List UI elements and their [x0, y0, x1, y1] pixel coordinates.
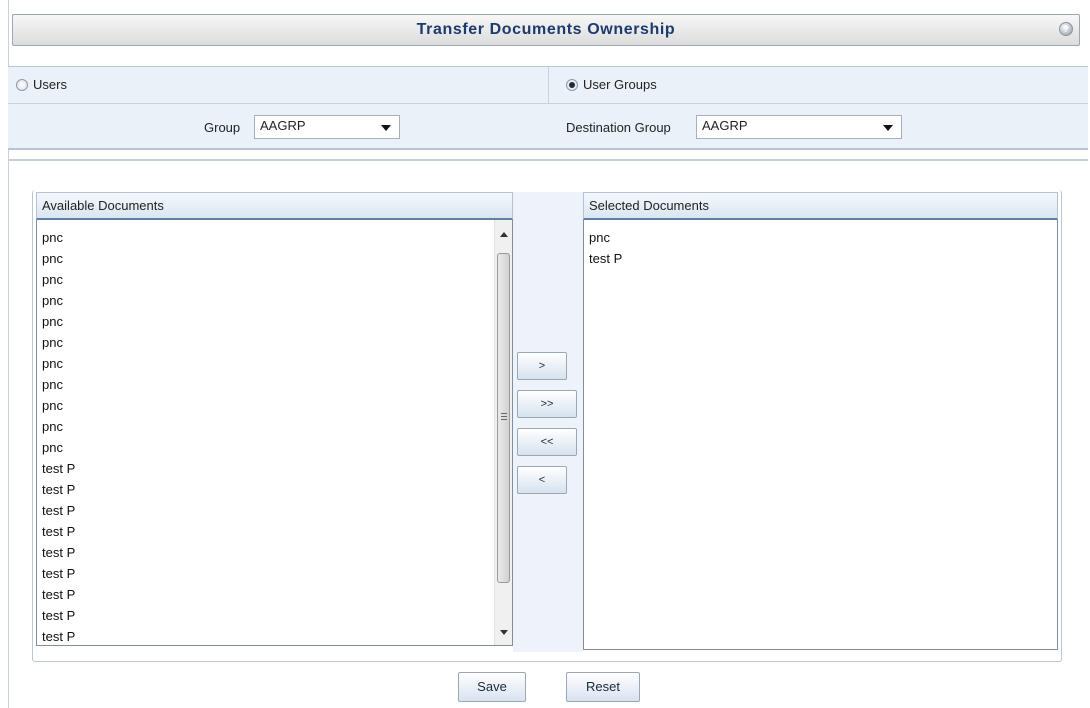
list-item[interactable]: pnc: [42, 248, 512, 269]
move-buttons-column: > >> << <: [513, 192, 583, 652]
owner-type-row: Users User Groups: [8, 66, 1088, 104]
list-item[interactable]: pnc: [42, 395, 512, 416]
scrollbar-thumb[interactable]: [497, 253, 510, 583]
list-item[interactable]: pnc: [42, 416, 512, 437]
user-groups-radio-option[interactable]: User Groups: [566, 77, 657, 92]
list-item[interactable]: test P: [589, 248, 1057, 269]
list-item[interactable]: test P: [42, 458, 512, 479]
list-item[interactable]: test P: [42, 542, 512, 563]
available-documents-list[interactable]: pnc pnc pnc pnc pnc pnc pnc pnc pnc pnc pnc test Pt…: [36, 220, 513, 646]
help-icon[interactable]: ?: [1059, 22, 1073, 36]
list-item[interactable]: pnc: [42, 437, 512, 458]
move-selected-right-button[interactable]: >: [517, 352, 567, 380]
destination-group-select-value: AAGRP: [702, 118, 748, 133]
group-select[interactable]: AAGRP: [254, 115, 400, 139]
dropdown-arrow-icon: [381, 125, 391, 131]
title-bar: Transfer Documents Ownership ?: [12, 14, 1080, 46]
list-item[interactable]: test P: [42, 479, 512, 500]
available-documents-scrollbar[interactable]: [494, 220, 512, 645]
list-item[interactable]: pnc: [589, 227, 1057, 248]
list-item[interactable]: pnc: [42, 311, 512, 332]
list-item[interactable]: test P: [42, 521, 512, 542]
selected-documents-list[interactable]: pnc test P: [583, 220, 1058, 650]
users-radio-label: Users: [33, 77, 67, 92]
users-radio[interactable]: [16, 78, 28, 91]
user-groups-radio-label: User Groups: [583, 77, 657, 92]
destination-group-label: Destination Group: [566, 120, 671, 135]
list-item[interactable]: pnc: [42, 332, 512, 353]
move-all-left-button[interactable]: <<: [517, 428, 577, 456]
column-divider: [548, 67, 549, 103]
scroll-up-arrow-icon[interactable]: [500, 232, 508, 237]
list-item[interactable]: test P: [42, 605, 512, 626]
dropdown-arrow-icon: [883, 125, 893, 131]
scroll-down-arrow-icon[interactable]: [500, 630, 508, 635]
available-documents-header: Available Documents: [36, 192, 513, 220]
list-item[interactable]: pnc: [42, 269, 512, 290]
list-item[interactable]: test P: [42, 500, 512, 521]
save-button[interactable]: Save: [458, 672, 526, 702]
list-item[interactable]: test P: [42, 563, 512, 584]
list-item[interactable]: pnc: [42, 227, 512, 248]
section-separator: [8, 159, 1088, 161]
group-select-value: AAGRP: [260, 118, 306, 133]
list-item[interactable]: pnc: [42, 353, 512, 374]
move-all-right-button[interactable]: >>: [517, 390, 577, 418]
reset-button[interactable]: Reset: [566, 672, 640, 702]
users-radio-option[interactable]: Users: [16, 77, 67, 92]
list-item[interactable]: test P: [42, 626, 512, 647]
group-label: Group: [204, 120, 241, 135]
destination-group-select[interactable]: AAGRP: [696, 115, 902, 139]
list-item[interactable]: pnc: [42, 374, 512, 395]
list-item[interactable]: pnc: [42, 290, 512, 311]
scrollbar-grip-icon: [501, 413, 507, 420]
selected-documents-header: Selected Documents: [583, 192, 1058, 220]
selected-documents-panel: Selected Documents pnc test P: [583, 192, 1058, 650]
move-selected-left-button[interactable]: <: [517, 466, 567, 494]
user-groups-radio[interactable]: [566, 78, 578, 91]
available-documents-panel: Available Documents pnc pnc pnc pnc pnc pnc pn…: [36, 192, 513, 646]
group-selection-row: Group AAGRP Destination Group AAGRP: [8, 104, 1088, 150]
page-title: Transfer Documents Ownership: [416, 21, 676, 38]
selected-documents-items: pnc test P: [584, 220, 1057, 269]
list-item[interactable]: test P: [42, 584, 512, 605]
available-documents-items: pnc pnc pnc pnc pnc pnc pnc pnc pnc pnc pnc test Pt…: [37, 220, 512, 647]
